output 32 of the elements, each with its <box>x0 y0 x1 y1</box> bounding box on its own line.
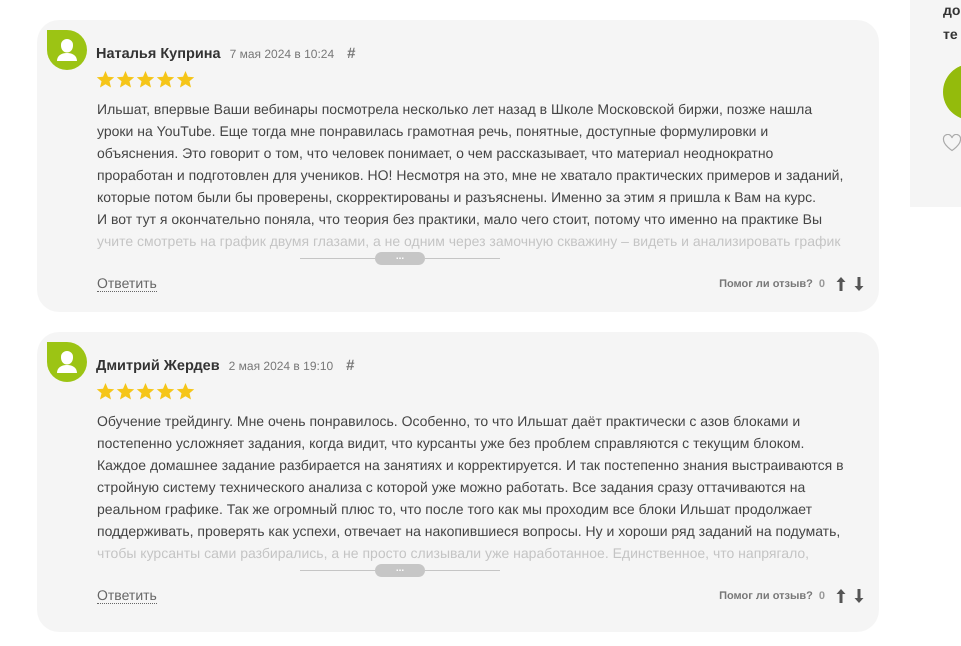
review-date: 7 мая 2024 в 10:24 <box>230 46 334 60</box>
permalink[interactable]: # <box>346 356 355 374</box>
downvote-arrow-icon[interactable] <box>853 588 865 604</box>
review-text: Ильшат, впервые Ваши вебинары посмотрела несколько лет назад в Школе Московской биржи, позже нашла уроки на YouTube. Еще тогда мне понравилась грамотная речь, понятные, доступные формулировки и объяснения. Это говорит о том, что человек понимает, о чем рассказывает, что материал неоднократно проработан и подготовлен для учеников. НО! Несмотря на это, мне не хватало практических примеров и заданий, которые потом были бы проверены, скорректированы и разъяснены. Именно за этим я пришла к Вам на курс. И вот тут я окончательно поняла, что теория без практики, мало чего стоит, потому что именно на практике Вы <box>97 100 844 229</box>
user-avatar-icon <box>47 342 87 382</box>
helpful-count: 0 <box>818 590 825 602</box>
sidebar-heading: до <box>943 1 961 20</box>
star-icon <box>156 382 175 401</box>
review-text: Обучение трейдингу. Мне очень понравилось. Особенно, то что Ильшат даёт практически с азов блоками и постепенно усложняет задания, когда видит, что курсанты уже без проблем справляются с текущим блоком. Каждое домашнее задание разбирается на занятиях и корректируется. И так постепенно знания выстраиваются в стройную систему технического анализа с которой уже можно работать. Все задания сразу оттачиваются на реальном графике. Так же огромный плюс то, что после того как мы проходим все блоки Ильшат продолжает поддерживать, проверять как успехи, отвечает на накопившиеся вопросы. Ну и хороши ряд заданий на подумать, <box>97 412 845 541</box>
star-icon <box>96 70 115 89</box>
downvote-arrow-icon[interactable] <box>853 276 865 292</box>
author-name: Наталья Куприна <box>96 46 221 62</box>
user-avatar-icon <box>47 30 87 70</box>
upvote-arrow-icon[interactable] <box>835 276 847 292</box>
helpful-count: 0 <box>818 278 825 290</box>
helpful-label: Помог ли отзыв? <box>719 590 813 602</box>
star-icon <box>176 70 195 89</box>
upvote-arrow-icon[interactable] <box>835 588 847 604</box>
star-icon <box>156 70 175 89</box>
reply-link[interactable]: Ответить <box>97 587 157 604</box>
helpful-label: Помог ли отзыв? <box>719 278 813 290</box>
star-icon <box>176 382 195 401</box>
review-date: 2 мая 2024 в 19:10 <box>228 358 334 372</box>
star-icon <box>136 382 155 401</box>
star-icon <box>116 382 135 401</box>
star-icon <box>116 70 135 89</box>
author-name: Дмитрий Жердев <box>96 358 220 374</box>
star-icon <box>96 382 115 401</box>
permalink[interactable]: # <box>347 44 356 62</box>
reply-link[interactable]: Ответить <box>97 275 157 292</box>
sidebar-heading: те <box>943 25 959 44</box>
star-icon <box>136 70 155 89</box>
